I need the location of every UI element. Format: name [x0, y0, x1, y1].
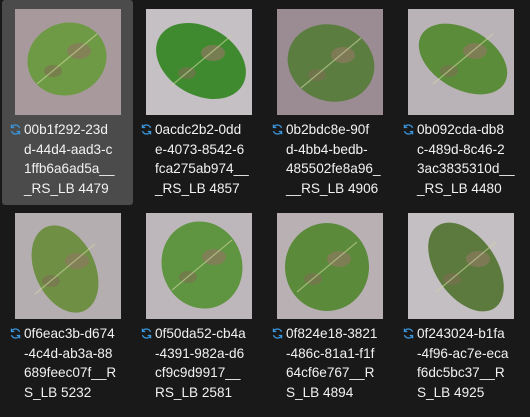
file-name-line: c-489d-8c46-2	[417, 141, 505, 157]
file-item[interactable]: 0f50da52-cb4a -4391-982a-d6 cf9c9d9917__ RS…	[133, 204, 264, 409]
sync-icon	[403, 328, 414, 339]
image-thumbnail	[146, 9, 252, 115]
sync-icon	[141, 328, 152, 339]
file-name: 0f6eac3b-d674 -4c4d-ab3a-88 689feec07f__R S…	[10, 324, 130, 402]
file-name-line: 64cf6e767__R	[286, 365, 375, 381]
file-name-line: _RS_LB 4479	[24, 180, 109, 196]
file-name-line: S_LB 4894	[286, 384, 354, 400]
file-name-line: 0f243024-b1fa	[417, 326, 505, 341]
file-name-line: 0f50da52-cb4a	[155, 326, 246, 341]
file-name-line: fca275ab974__	[155, 161, 249, 177]
file-name-line: 0b2bdc8e-90f	[286, 122, 370, 137]
file-name-line: 0acdc2b2-0dd	[155, 122, 242, 137]
file-item[interactable]: 0b2bdc8e-90f d-4bb4-bedb- 485502fe8a96_ __R…	[264, 0, 395, 205]
file-name-line: 689feec07f__R	[24, 365, 117, 381]
file-name-line: d-4bb4-bedb-	[286, 141, 368, 157]
sync-icon	[272, 124, 283, 135]
file-name-line: 0f6eac3b-d674	[24, 326, 115, 341]
sync-icon	[141, 124, 152, 135]
file-name-line: d-44d4-aad3-c	[24, 141, 113, 157]
file-name-line: S_LB 5232	[24, 384, 92, 400]
file-name-line: f6dc5bc37__R	[417, 365, 505, 381]
image-thumbnail	[15, 213, 121, 319]
file-name-line: _RS_LB 4857	[155, 180, 240, 196]
image-thumbnail	[408, 213, 514, 319]
file-name-line: 00b1f292-23d	[24, 122, 108, 137]
sync-icon	[272, 328, 283, 339]
sync-icon	[10, 328, 21, 339]
file-name: 0f243024-b1fa -4f96-ac7e-eca f6dc5bc37__R S…	[403, 324, 523, 402]
image-thumbnail	[277, 9, 383, 115]
file-name: 00b1f292-23d d-44d4-aad3-c 1ffb6a6ad5a__ _R…	[10, 120, 130, 198]
file-name-line: e-4073-8542-6	[155, 141, 245, 157]
file-item[interactable]: 00b1f292-23d d-44d4-aad3-c 1ffb6a6ad5a__ _R…	[2, 0, 133, 205]
file-name: 0acdc2b2-0dd e-4073-8542-6 fca275ab974__ _R…	[141, 120, 261, 198]
file-name-line: cf9c9d9917__	[155, 365, 241, 381]
file-name-line: 0f824e18-3821	[286, 326, 378, 341]
file-item[interactable]: 0acdc2b2-0dd e-4073-8542-6 fca275ab974__ _R…	[133, 0, 264, 205]
file-name-line: -486c-81a1-f1f	[286, 345, 375, 361]
file-item[interactable]: 0f243024-b1fa -4f96-ac7e-eca f6dc5bc37__R S…	[395, 204, 526, 409]
file-item[interactable]: 0f6eac3b-d674 -4c4d-ab3a-88 689feec07f__R S…	[2, 204, 133, 409]
image-thumbnail	[15, 9, 121, 115]
file-name: 0f50da52-cb4a -4391-982a-d6 cf9c9d9917__ RS…	[141, 324, 261, 402]
file-name-line: 1ffb6a6ad5a__	[24, 161, 115, 177]
file-item[interactable]: 0b092cda-db8 c-489d-8c46-2 3ac3835310d__ _R…	[395, 0, 526, 205]
file-item[interactable]: 0f824e18-3821 -486c-81a1-f1f 64cf6e767__R S…	[264, 204, 395, 409]
file-name-line: 0b092cda-db8	[417, 122, 504, 137]
file-name: 0f824e18-3821 -486c-81a1-f1f 64cf6e767__R S…	[272, 324, 392, 402]
file-name-line: _RS_LB 4480	[417, 180, 502, 196]
file-name: 0b2bdc8e-90f d-4bb4-bedb- 485502fe8a96_ __R…	[272, 120, 392, 198]
image-thumbnail	[277, 213, 383, 319]
file-name-line: __RS_LB 4906	[286, 180, 379, 196]
file-name-line: 3ac3835310d__	[417, 161, 515, 177]
image-thumbnail	[408, 9, 514, 115]
file-name-line: -4f96-ac7e-eca	[417, 345, 509, 361]
sync-icon	[10, 124, 21, 135]
sync-icon	[403, 124, 414, 135]
file-name-line: -4c4d-ab3a-88	[24, 345, 113, 361]
file-name-line: -4391-982a-d6	[155, 345, 245, 361]
file-name: 0b092cda-db8 c-489d-8c46-2 3ac3835310d__ _R…	[403, 120, 523, 198]
file-name-line: 485502fe8a96_	[286, 161, 381, 177]
image-thumbnail	[146, 213, 252, 319]
file-name-line: S_LB 4925	[417, 384, 485, 400]
file-name-line: RS_LB 2581	[155, 384, 233, 400]
